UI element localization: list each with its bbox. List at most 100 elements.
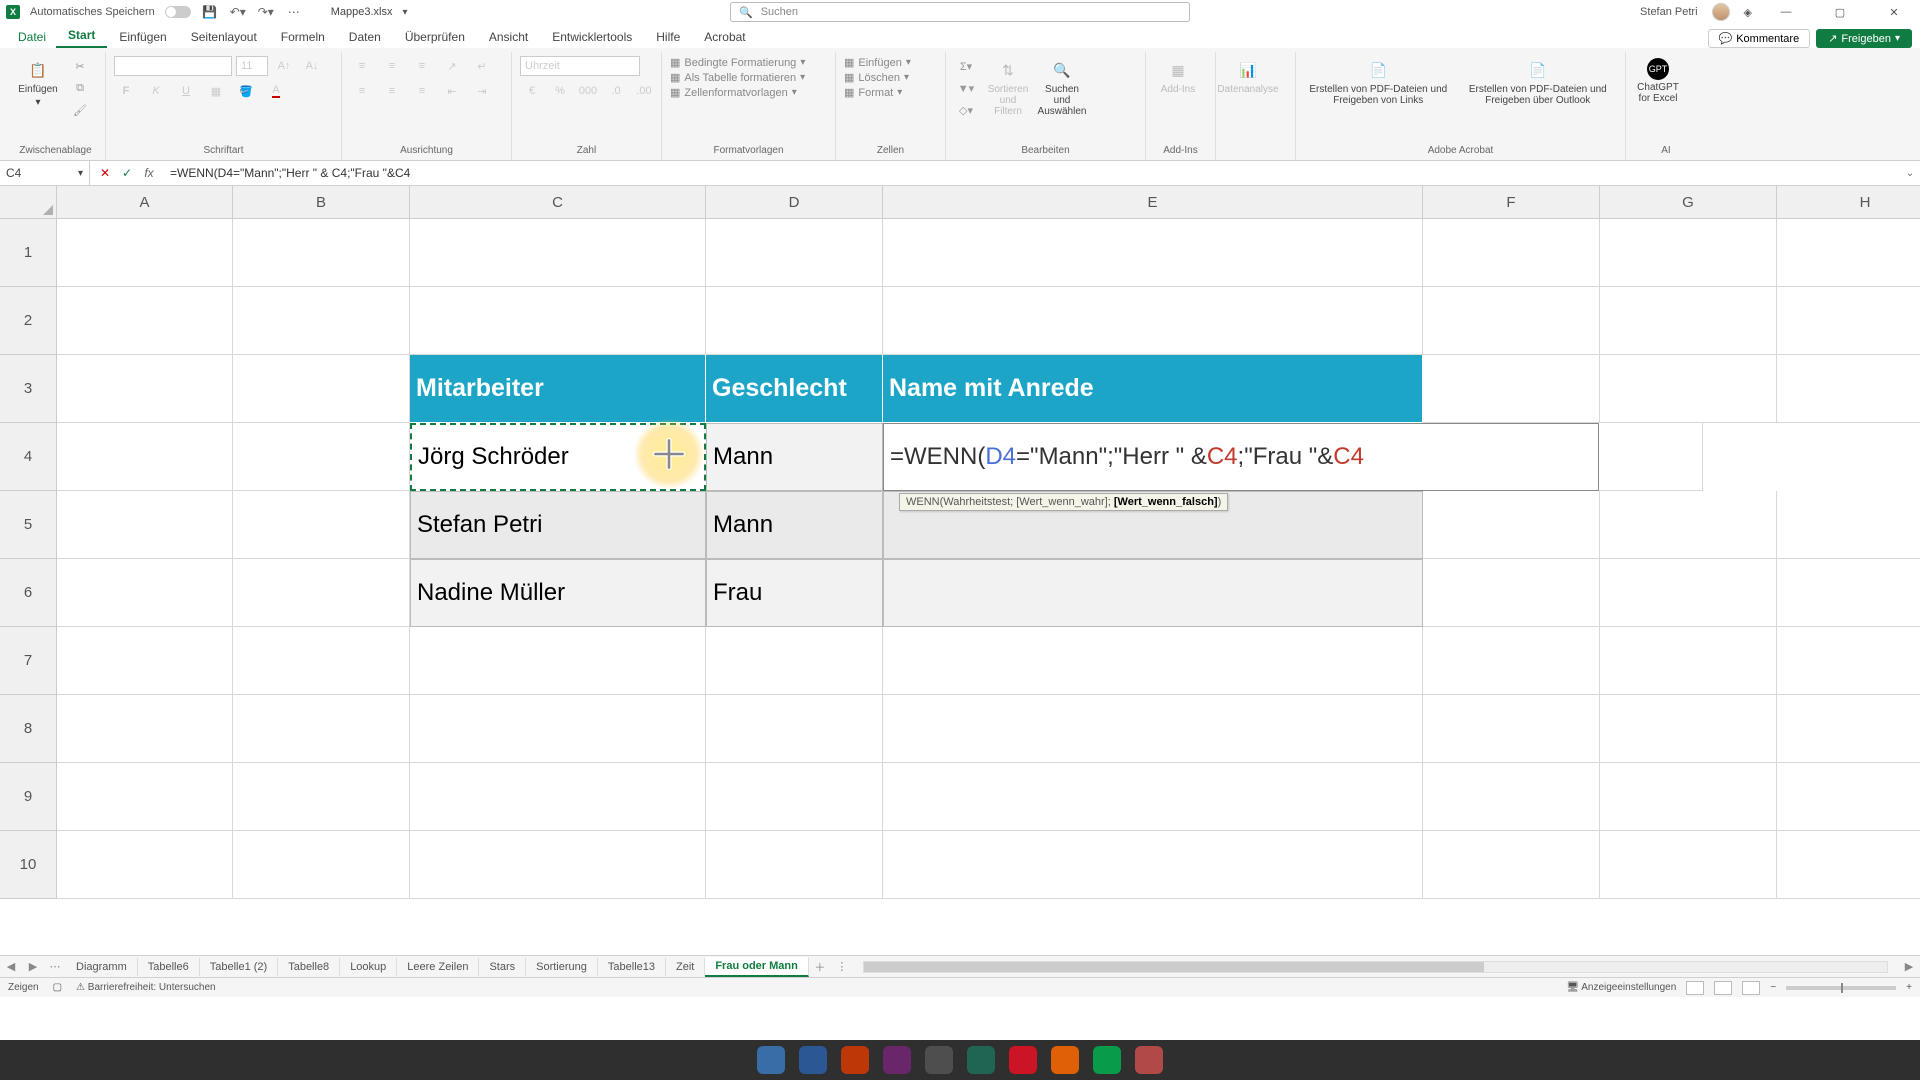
redo-icon[interactable]: ↷▾ bbox=[257, 3, 275, 21]
border-button[interactable]: ▦ bbox=[204, 81, 228, 101]
header-mitarbeiter[interactable]: Mitarbeiter bbox=[410, 355, 706, 423]
italic-button[interactable]: K bbox=[144, 81, 168, 101]
horizontal-scrollbar[interactable] bbox=[863, 961, 1888, 973]
cell-E6[interactable] bbox=[883, 559, 1423, 627]
table-format-button[interactable]: ▦Als Tabelle formatieren▾ bbox=[670, 71, 805, 84]
copy-icon[interactable]: ⧉ bbox=[68, 78, 92, 98]
wrap-text-icon[interactable]: ↵ bbox=[470, 56, 494, 76]
sheet-tab[interactable]: Tabelle6 bbox=[138, 958, 200, 976]
col-D[interactable]: D bbox=[706, 186, 883, 219]
cell-D5[interactable]: Mann bbox=[706, 491, 883, 559]
row-3[interactable]: 3 bbox=[0, 355, 57, 423]
delete-cells-button[interactable]: ▦Löschen▾ bbox=[844, 71, 911, 84]
sheet-tab[interactable]: Tabelle1 (2) bbox=[200, 958, 278, 976]
sheet-tab[interactable]: Stars bbox=[479, 958, 526, 976]
find-select-button[interactable]: 🔍 Suchen und Auswählen bbox=[1038, 56, 1086, 119]
clear-icon[interactable]: ◇▾ bbox=[954, 100, 978, 120]
tab-acrobat[interactable]: Acrobat bbox=[692, 26, 757, 48]
tab-devtools[interactable]: Entwicklertools bbox=[540, 26, 644, 48]
row-2[interactable]: 2 bbox=[0, 287, 57, 355]
cell-C6[interactable]: Nadine Müller bbox=[410, 559, 706, 627]
bold-button[interactable]: F bbox=[114, 81, 138, 101]
sheet-tab[interactable]: Leere Zeilen bbox=[397, 958, 479, 976]
cut-icon[interactable]: ✂ bbox=[68, 56, 92, 76]
view-layout-icon[interactable] bbox=[1714, 981, 1732, 995]
sort-filter-button[interactable]: ⇅ Sortieren und Filtern bbox=[984, 56, 1032, 119]
zoom-out-icon[interactable]: − bbox=[1770, 982, 1776, 993]
view-break-icon[interactable] bbox=[1742, 981, 1760, 995]
cell-C5[interactable]: Stefan Petri bbox=[410, 491, 706, 559]
header-anrede[interactable]: Name mit Anrede bbox=[883, 355, 1423, 423]
tab-start[interactable]: Start bbox=[56, 24, 107, 48]
tab-file[interactable]: Datei bbox=[8, 26, 56, 48]
comments-button[interactable]: 💬 Kommentare bbox=[1708, 29, 1811, 48]
taskbar-app-icon[interactable] bbox=[757, 1046, 785, 1074]
tab-data[interactable]: Daten bbox=[337, 26, 393, 48]
cell-styles-button[interactable]: ▦Zellenformatvorlagen▾ bbox=[670, 86, 805, 99]
addins-button[interactable]: ▦ Add-Ins bbox=[1154, 56, 1202, 97]
col-G[interactable]: G bbox=[1600, 186, 1777, 219]
tab-view[interactable]: Ansicht bbox=[477, 26, 540, 48]
search-input[interactable]: 🔍 Suchen bbox=[730, 2, 1190, 22]
orientation-icon[interactable]: ↗ bbox=[440, 56, 464, 76]
formula-expand-icon[interactable]: ⌄ bbox=[1900, 168, 1920, 179]
row-4[interactable]: 4 bbox=[0, 423, 57, 491]
align-center-icon[interactable]: ≡ bbox=[380, 81, 404, 101]
taskbar-app-icon[interactable] bbox=[925, 1046, 953, 1074]
number-format-select[interactable] bbox=[520, 56, 640, 76]
create-pdf-outlook-button[interactable]: 📄 Erstellen von PDF-Dateien und Freigebe… bbox=[1459, 56, 1617, 108]
row-8[interactable]: 8 bbox=[0, 695, 57, 763]
fx-icon[interactable]: fx bbox=[140, 164, 158, 182]
comma-icon[interactable]: 000 bbox=[576, 81, 600, 101]
cancel-icon[interactable]: ✕ bbox=[96, 164, 114, 182]
share-button[interactable]: ↗ Freigeben ▾ bbox=[1816, 29, 1912, 48]
underline-button[interactable]: U bbox=[174, 81, 198, 101]
row-10[interactable]: 10 bbox=[0, 831, 57, 899]
increase-font-icon[interactable]: A↑ bbox=[272, 56, 296, 76]
align-right-icon[interactable]: ≡ bbox=[410, 81, 434, 101]
row-1[interactable]: 1 bbox=[0, 219, 57, 287]
taskbar-app-icon[interactable] bbox=[1009, 1046, 1037, 1074]
add-sheet-icon[interactable]: ＋ bbox=[809, 959, 831, 975]
fill-color-button[interactable]: 🪣 bbox=[234, 81, 258, 101]
col-A[interactable]: A bbox=[57, 186, 233, 219]
align-bot-icon[interactable]: ≡ bbox=[410, 56, 434, 76]
align-left-icon[interactable]: ≡ bbox=[350, 81, 374, 101]
indent-inc-icon[interactable]: ⇥ bbox=[470, 81, 494, 101]
row-6[interactable]: 6 bbox=[0, 559, 57, 627]
row-7[interactable]: 7 bbox=[0, 627, 57, 695]
undo-icon[interactable]: ↶▾ bbox=[229, 3, 247, 21]
tab-review[interactable]: Überprüfen bbox=[393, 26, 477, 48]
save-icon[interactable]: 💾 bbox=[201, 3, 219, 21]
percent-icon[interactable]: % bbox=[548, 81, 572, 101]
taskbar-app-icon[interactable] bbox=[799, 1046, 827, 1074]
autosave-toggle[interactable] bbox=[165, 6, 191, 18]
spreadsheet-grid[interactable]: A B C D E F G H 1 2 3 4 5 6 7 8 9 10 Mit… bbox=[0, 186, 1920, 955]
scroll-right-icon[interactable]: ▶ bbox=[1898, 960, 1920, 973]
format-cells-button[interactable]: ▦Format▾ bbox=[844, 86, 911, 99]
qat-more-icon[interactable]: ⋯ bbox=[285, 3, 303, 21]
avatar[interactable] bbox=[1712, 3, 1730, 21]
cell-D6[interactable]: Frau bbox=[706, 559, 883, 627]
view-normal-icon[interactable] bbox=[1686, 981, 1704, 995]
display-settings[interactable]: 🖥 Anzeigeeinstellungen bbox=[1566, 982, 1676, 993]
sheet-tab[interactable]: Diagramm bbox=[66, 958, 138, 976]
inc-decimal-icon[interactable]: .0 bbox=[604, 81, 628, 101]
font-name-input[interactable] bbox=[114, 56, 232, 76]
format-painter-icon[interactable]: 🖌 bbox=[68, 100, 92, 120]
accessibility-label[interactable]: ⚠ Barrierefreiheit: Untersuchen bbox=[76, 982, 216, 993]
row-5[interactable]: 5 bbox=[0, 491, 57, 559]
formula-input[interactable]: =WENN(D4="Mann";"Herr " & C4;"Frau "&C4 bbox=[164, 166, 1900, 180]
sheet-nav-more-icon[interactable]: ⋯ bbox=[44, 960, 66, 973]
cell-D4[interactable]: Mann bbox=[706, 423, 883, 491]
sheet-tab[interactable]: Lookup bbox=[340, 958, 397, 976]
sheet-tab[interactable]: Tabelle13 bbox=[598, 958, 666, 976]
taskbar-app-icon[interactable] bbox=[1135, 1046, 1163, 1074]
align-top-icon[interactable]: ≡ bbox=[350, 56, 374, 76]
function-tooltip[interactable]: WENN(Wahrheitstest; [Wert_wenn_wahr]; [W… bbox=[899, 493, 1228, 511]
maximize-button[interactable]: ▢ bbox=[1820, 0, 1860, 24]
zoom-in-icon[interactable]: + bbox=[1906, 982, 1912, 993]
decrease-font-icon[interactable]: A↓ bbox=[300, 56, 324, 76]
data-analysis-button[interactable]: 📊 Datenanalyse bbox=[1224, 56, 1272, 97]
font-size-input[interactable] bbox=[236, 56, 268, 76]
